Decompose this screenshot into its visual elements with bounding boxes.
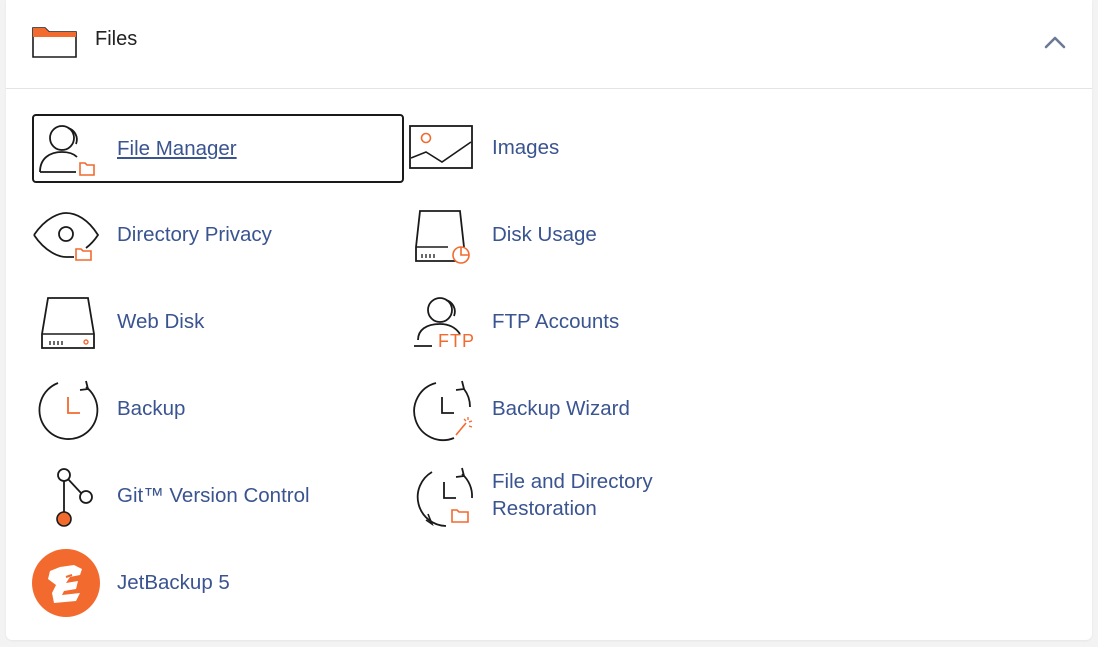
- disk-usage-link[interactable]: Disk Usage: [406, 201, 746, 271]
- file-manager-link[interactable]: File Manager: [32, 114, 404, 183]
- section-title: Files: [95, 28, 138, 50]
- directory-privacy-icon: [32, 209, 100, 263]
- git-version-control-link[interactable]: Git™ Version Control: [32, 462, 392, 532]
- restoration-label-line2: Restoration: [492, 497, 597, 520]
- directory-privacy-label: Directory Privacy: [117, 223, 272, 246]
- disk-usage-icon: [412, 207, 472, 265]
- jetbackup-icon: [30, 547, 102, 619]
- ftp-accounts-link[interactable]: FTP FTP Accounts: [406, 288, 746, 358]
- backup-wizard-label: Backup Wizard: [492, 397, 630, 420]
- file-directory-restoration-icon: [412, 464, 478, 530]
- file-manager-label: File Manager: [117, 137, 237, 160]
- backup-wizard-icon: [412, 377, 478, 443]
- panel-header[interactable]: Files: [6, 0, 1092, 89]
- file-directory-restoration-link[interactable]: File and Directory Restoration: [406, 462, 746, 532]
- web-disk-link[interactable]: Web Disk: [32, 288, 392, 358]
- backup-label: Backup: [117, 397, 186, 420]
- jetbackup-link[interactable]: JetBackup 5: [32, 549, 392, 619]
- ftp-accounts-label: FTP Accounts: [492, 310, 620, 333]
- file-directory-restoration-label: File and Directory Restoration: [492, 468, 653, 522]
- backup-icon: [34, 377, 100, 443]
- ftp-icon-text: FTP: [438, 331, 475, 351]
- git-version-control-icon: [40, 464, 100, 530]
- chevron-up-icon[interactable]: [1042, 32, 1068, 54]
- restoration-label-line1: File and Directory: [492, 470, 653, 493]
- images-icon: [408, 124, 474, 172]
- directory-privacy-link[interactable]: Directory Privacy: [32, 201, 392, 271]
- file-manager-icon: [36, 120, 98, 178]
- images-link[interactable]: Images: [406, 114, 746, 184]
- backup-wizard-link[interactable]: Backup Wizard: [406, 375, 746, 445]
- ftp-accounts-icon: FTP: [412, 294, 480, 352]
- web-disk-icon: [38, 294, 98, 352]
- backup-link[interactable]: Backup: [32, 375, 392, 445]
- images-label: Images: [492, 136, 560, 159]
- git-version-control-label: Git™ Version Control: [117, 484, 310, 507]
- files-panel: Files File Manager Images Directory Priv…: [6, 0, 1092, 640]
- web-disk-label: Web Disk: [117, 310, 205, 333]
- folder-icon: [32, 25, 78, 59]
- jetbackup-label: JetBackup 5: [117, 571, 230, 594]
- disk-usage-label: Disk Usage: [492, 223, 597, 246]
